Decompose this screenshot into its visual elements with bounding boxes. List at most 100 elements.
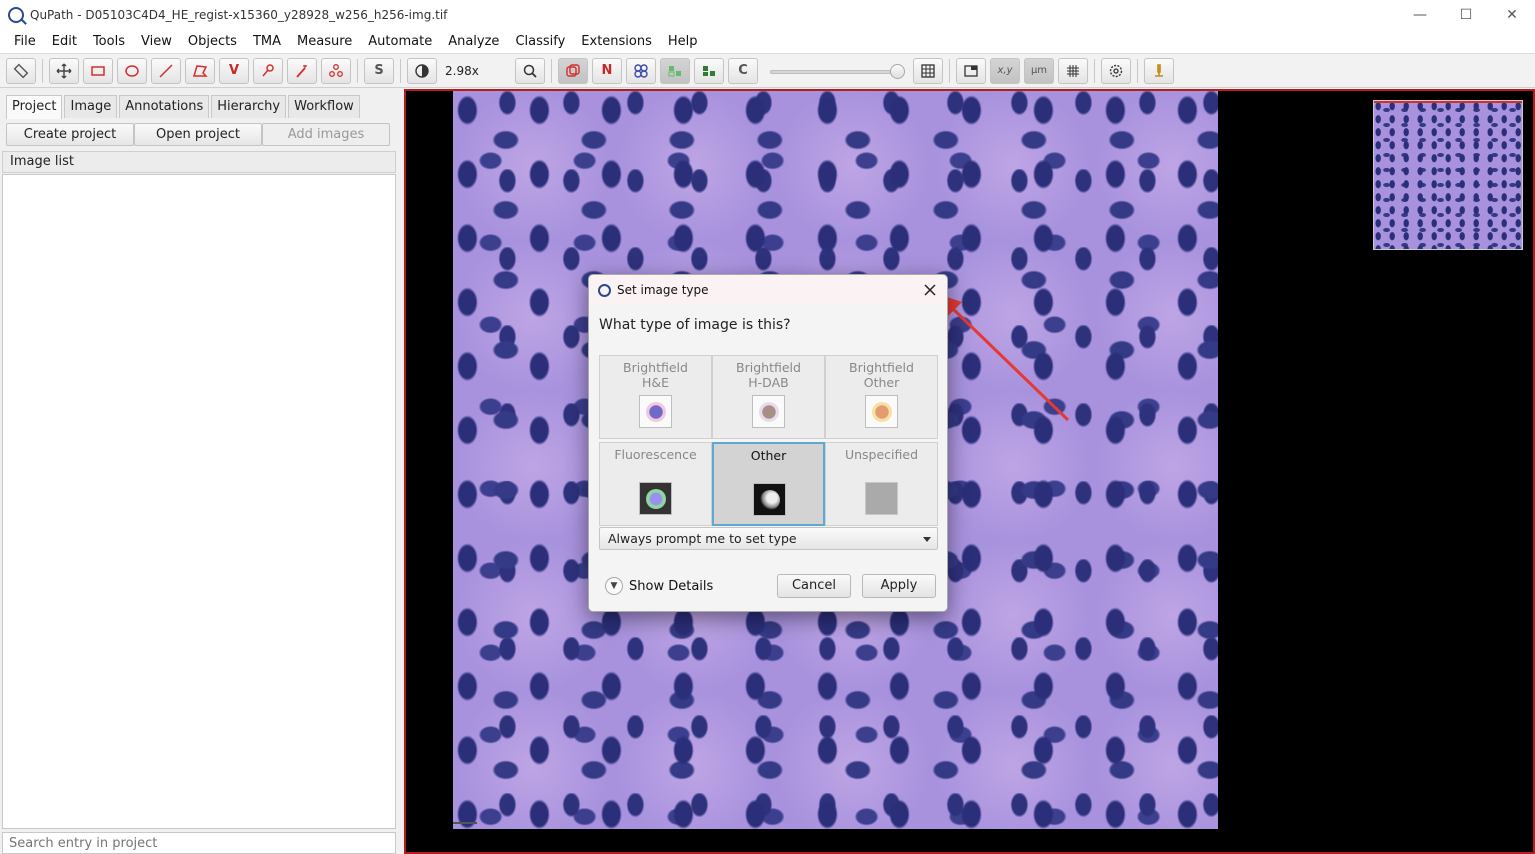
- points-icon: [329, 63, 343, 77]
- type-unspecified[interactable]: Unspecified: [825, 442, 938, 526]
- polygon-tool-button[interactable]: [185, 57, 215, 84]
- left-panel: Project Image Annotations Hierarchy Work…: [0, 89, 400, 854]
- menu-objects[interactable]: Objects: [180, 29, 245, 54]
- type-label: Brightfield Other: [849, 360, 914, 390]
- show-details-toggle[interactable]: ▼ Show Details: [605, 577, 713, 595]
- open-project-button[interactable]: Open project: [134, 123, 262, 146]
- chevron-down-icon: [923, 537, 931, 542]
- toolbar-separator: [1094, 58, 1095, 83]
- unspecified-icon: [865, 482, 898, 515]
- type-brightfield-hdab[interactable]: Brightfield H-DAB: [712, 355, 825, 439]
- slider-track: [770, 69, 897, 74]
- zoom-level: 2.98x: [445, 63, 479, 78]
- slider-thumb[interactable]: [890, 63, 905, 79]
- chevron-down-icon: ▼: [605, 577, 623, 595]
- dialog-close-button[interactable]: [919, 279, 941, 301]
- measure-tool-button[interactable]: [6, 57, 36, 84]
- selection-mode-button[interactable]: S: [364, 57, 394, 84]
- menu-edit[interactable]: Edit: [44, 29, 85, 54]
- ellipse-icon: [125, 64, 139, 77]
- menu-extensions[interactable]: Extensions: [573, 29, 660, 54]
- prompt-type-select[interactable]: Always prompt me to set type: [599, 527, 938, 550]
- type-label: Unspecified: [844, 447, 919, 462]
- brush-tool-button[interactable]: [253, 57, 283, 84]
- apply-button[interactable]: Apply: [862, 574, 936, 598]
- menu-tools[interactable]: Tools: [85, 29, 133, 54]
- show-detections-button[interactable]: [626, 57, 656, 84]
- menu-classify[interactable]: Classify: [507, 29, 573, 54]
- minimize-button[interactable]: —: [1397, 0, 1443, 29]
- move-tool-button[interactable]: [49, 57, 79, 84]
- polyline-tool-button[interactable]: V: [219, 57, 249, 84]
- tab-project[interactable]: Project: [6, 95, 63, 119]
- menu-automate[interactable]: Automate: [360, 29, 440, 54]
- toolbar-separator: [949, 58, 950, 83]
- fill-detections-button[interactable]: [660, 57, 690, 84]
- title-bar: QuPath - D05103C4D4_HE_regist-x15360_y28…: [0, 0, 1535, 29]
- tab-image[interactable]: Image: [64, 95, 118, 118]
- wand-tool-button[interactable]: [287, 57, 317, 84]
- show-overview-button[interactable]: [956, 57, 986, 84]
- toolbar-separator: [1137, 58, 1138, 83]
- toolbar-separator: [551, 58, 552, 83]
- rectangle-tool-button[interactable]: [83, 57, 113, 84]
- type-label: Fluorescence: [614, 447, 697, 462]
- type-label: Other: [750, 448, 787, 463]
- image-list[interactable]: [2, 174, 396, 829]
- annotation-arrow: [938, 294, 1070, 422]
- type-brightfield-other[interactable]: Brightfield Other: [825, 355, 938, 439]
- set-image-type-dialog: Set image type What type of image is thi…: [588, 274, 948, 612]
- annotations-icon: [566, 63, 580, 77]
- overview-view-frame: [1374, 101, 1522, 103]
- zoom-to-fit-button[interactable]: [515, 57, 545, 84]
- image-viewer[interactable]: [404, 89, 1535, 854]
- log-button[interactable]: [1144, 57, 1174, 84]
- image-list-header: Image list: [2, 151, 396, 173]
- show-tma-grid-button[interactable]: N: [592, 57, 622, 84]
- brightness-contrast-button[interactable]: [407, 57, 437, 84]
- dialog-title: Set image type: [617, 283, 709, 297]
- show-scalebar-button[interactable]: μm: [1024, 57, 1054, 84]
- show-pixel-classification-button[interactable]: C: [728, 57, 758, 84]
- points-tool-button[interactable]: [321, 57, 351, 84]
- opacity-slider[interactable]: [770, 58, 905, 84]
- ellipse-tool-button[interactable]: [117, 57, 147, 84]
- brightfield-hdab-icon: [752, 395, 785, 428]
- tab-annotations[interactable]: Annotations: [119, 95, 210, 118]
- magnifier-icon: [523, 64, 537, 78]
- window-controls: — ☐ ✕: [1397, 0, 1535, 29]
- type-brightfield-he[interactable]: Brightfield H&E: [599, 355, 712, 439]
- table-icon: [921, 63, 935, 78]
- type-fluorescence[interactable]: Fluorescence: [599, 442, 712, 526]
- tab-hierarchy[interactable]: Hierarchy: [211, 95, 287, 118]
- cancel-button[interactable]: Cancel: [777, 574, 851, 598]
- show-location-button[interactable]: x,y: [990, 57, 1020, 84]
- add-images-button[interactable]: Add images: [262, 123, 390, 146]
- create-project-button[interactable]: Create project: [6, 123, 134, 146]
- menu-file[interactable]: File: [6, 29, 44, 54]
- search-entry-input[interactable]: [2, 832, 396, 854]
- close-window-button[interactable]: ✕: [1489, 0, 1535, 29]
- menu-bar: File Edit Tools View Objects TMA Measure…: [0, 29, 1535, 54]
- menu-tma[interactable]: TMA: [245, 29, 289, 54]
- line-tool-button[interactable]: [151, 57, 181, 84]
- menu-help[interactable]: Help: [660, 29, 706, 54]
- other-type-icon: [753, 483, 786, 516]
- show-details-label: Show Details: [629, 578, 714, 594]
- overview-thumbnail[interactable]: [1373, 100, 1523, 250]
- maximize-button[interactable]: ☐: [1443, 0, 1489, 29]
- toolbar-separator: [357, 58, 358, 83]
- menu-view[interactable]: View: [133, 29, 180, 54]
- show-annotations-button[interactable]: [558, 57, 588, 84]
- menu-analyze[interactable]: Analyze: [440, 29, 507, 54]
- line-icon: [159, 63, 173, 78]
- menu-measure[interactable]: Measure: [289, 29, 360, 54]
- show-grid-button[interactable]: [1058, 57, 1088, 84]
- measurement-table-button[interactable]: [913, 57, 943, 84]
- dialog-question: What type of image is this?: [599, 317, 791, 333]
- type-other[interactable]: Other: [712, 442, 825, 526]
- preferences-button[interactable]: [1101, 57, 1131, 84]
- tab-workflow[interactable]: Workflow: [288, 95, 360, 118]
- show-connections-button[interactable]: [694, 57, 724, 84]
- connections-icon: [703, 65, 715, 76]
